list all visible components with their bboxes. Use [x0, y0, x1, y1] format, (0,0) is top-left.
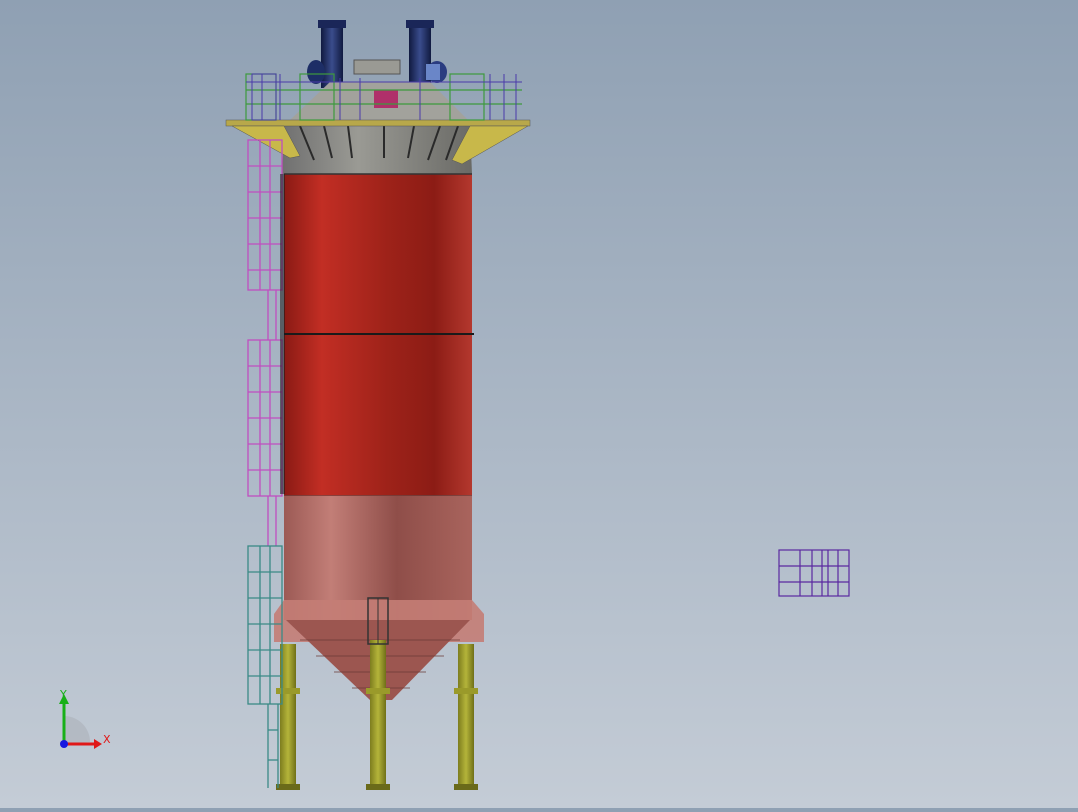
- detached-railing-part[interactable]: [778, 549, 850, 597]
- x-axis-arrow: [94, 739, 102, 749]
- silo-roof[interactable]: [282, 82, 472, 174]
- axis-triad: [59, 694, 102, 749]
- y-axis-label: Y: [60, 688, 67, 701]
- silo-body[interactable]: [284, 173, 474, 497]
- z-axis-dot: [60, 740, 68, 748]
- graphics-viewport[interactable]: [0, 0, 1078, 808]
- x-axis-label: X: [103, 733, 111, 746]
- silo-model[interactable]: [0, 0, 1078, 808]
- exhaust-pipes[interactable]: [307, 20, 447, 88]
